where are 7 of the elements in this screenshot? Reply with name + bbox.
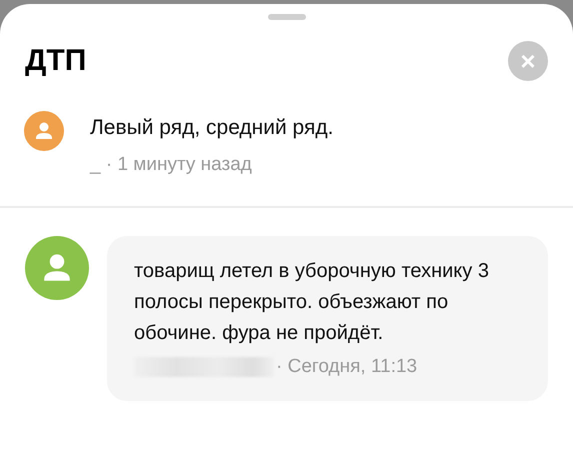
drag-handle[interactable] [268,14,306,20]
sheet-title: ДТП [25,43,86,79]
comment-text: Левый ряд, средний ряд. [90,115,334,141]
comment-meta: · Сегодня, 11:13 [276,354,418,378]
comment-meta: _ · 1 минуту назад [90,153,252,177]
close-button[interactable]: × [508,40,548,80]
comment-text: товарищ летел в уборочную технику 3 полосы перекрыто. объезжают по обочине. фура не пройдёт. [134,258,490,346]
